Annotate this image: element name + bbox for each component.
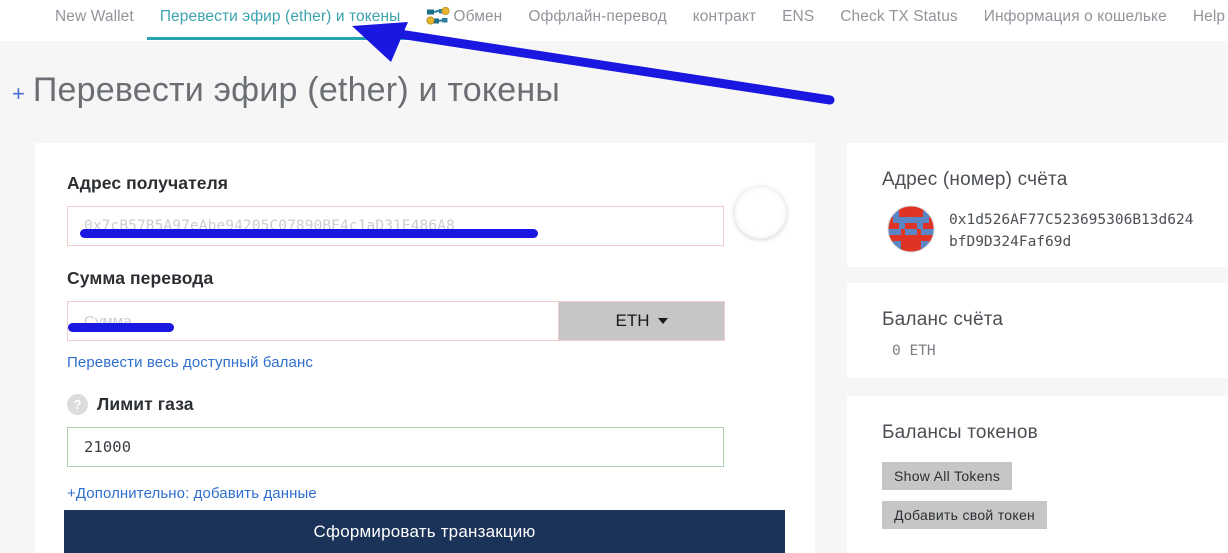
- account-blockie-avatar: [887, 205, 935, 258]
- page-title-container: + Перевести эфир (ether) и токены: [0, 71, 560, 109]
- nav-item-ens[interactable]: ENS: [769, 0, 827, 34]
- title-plus-icon: +: [12, 81, 25, 106]
- nav-item-wallet-info[interactable]: Информация о кошельке: [971, 0, 1180, 34]
- account-address-value: 0x1d526AF77C523695306B13d624bfD9D324Faf6…: [949, 212, 1194, 250]
- currency-select-value: ETH: [615, 311, 650, 330]
- help-icon[interactable]: ?: [67, 394, 88, 415]
- nav-label: Help: [1192, 8, 1226, 25]
- account-address-row: 0x1d526AF77C523695306B13d624bfD9D324Faf6…: [847, 191, 1228, 258]
- account-balance-title: Баланс счёта: [882, 309, 1004, 330]
- chevron-down-icon: [657, 318, 668, 324]
- annotation-amount-redaction: [68, 323, 174, 332]
- gas-limit-label-row: ? Лимит газа: [67, 394, 783, 415]
- nav-item-send-ether-tokens[interactable]: Перевести эфир (ether) и токены: [146, 0, 426, 40]
- gas-limit-label: Лимит газа: [97, 394, 194, 414]
- account-balance-panel: Баланс счёта 0 ETH: [847, 283, 1228, 378]
- swap-icon: [426, 7, 451, 27]
- nav-label: Check TX Status: [840, 8, 958, 25]
- recipient-blockie-avatar: [734, 186, 787, 239]
- amount-label: Сумма перевода: [67, 268, 214, 288]
- nav-label: Оффлайн-перевод: [528, 8, 667, 25]
- recipient-address-label: Адрес получателя: [67, 173, 229, 193]
- recipient-address-input[interactable]: 0x7cB57B5A97eAbe94205C07890BE4c1aD31E486…: [67, 206, 724, 246]
- active-tab-underline: [146, 37, 426, 40]
- nav-item-offline-transfer[interactable]: Оффлайн-перевод: [515, 0, 679, 34]
- amount-input[interactable]: Сумма: [67, 301, 559, 341]
- transfer-form-card: Адрес получателя 0x7cB57B5A97eAbe94205C0…: [35, 143, 815, 553]
- page-title: Перевести эфир (ether) и токены: [32, 71, 560, 109]
- nav-items-container: New Wallet Перевести эфир (ether) и токе…: [0, 0, 1228, 40]
- account-address-panel: Адрес (номер) счёта 0x1d526AF77C52369530…: [847, 143, 1228, 267]
- nav-label: Обмен: [453, 8, 503, 25]
- main-navigation: New Wallet Перевести эфир (ether) и токе…: [0, 0, 1228, 41]
- gas-limit-input[interactable]: 21000: [67, 427, 724, 467]
- nav-label: контракт: [692, 8, 757, 25]
- show-all-tokens-button[interactable]: Show All Tokens: [882, 462, 1013, 490]
- nav-item-contract[interactable]: контракт: [680, 0, 769, 34]
- nav-label: ENS: [782, 8, 815, 25]
- add-custom-token-button[interactable]: Добавить свой токен: [882, 501, 1048, 529]
- account-balance-value: 0 ETH: [892, 343, 936, 359]
- currency-select[interactable]: ETH: [559, 301, 725, 341]
- advanced-add-data-link[interactable]: +Дополнительно: добавить данные: [67, 485, 317, 502]
- token-balances-title: Балансы токенов: [882, 422, 1038, 443]
- nav-label: Информация о кошельке: [983, 8, 1167, 25]
- page-root: New Wallet Перевести эфир (ether) и токе…: [0, 0, 1228, 553]
- token-balances-panel: Балансы токенов Show All Tokens Добавить…: [847, 396, 1228, 553]
- annotation-address-redaction: [80, 229, 538, 238]
- amount-row: Сумма ETH: [67, 301, 783, 341]
- nav-item-new-wallet[interactable]: New Wallet: [42, 0, 147, 34]
- nav-item-check-tx-status[interactable]: Check TX Status: [827, 0, 971, 34]
- nav-label: Перевести эфир (ether) и токены: [159, 8, 401, 25]
- nav-item-swap[interactable]: Обмен: [413, 0, 515, 34]
- nav-label: New Wallet: [55, 8, 134, 25]
- generate-transaction-button[interactable]: Сформировать транзакцию: [64, 510, 785, 553]
- nav-item-help[interactable]: Help: [1180, 0, 1228, 34]
- send-entire-balance-link[interactable]: Перевести весь доступный баланс: [67, 354, 313, 371]
- account-address-title: Адрес (номер) счёта: [882, 169, 1068, 190]
